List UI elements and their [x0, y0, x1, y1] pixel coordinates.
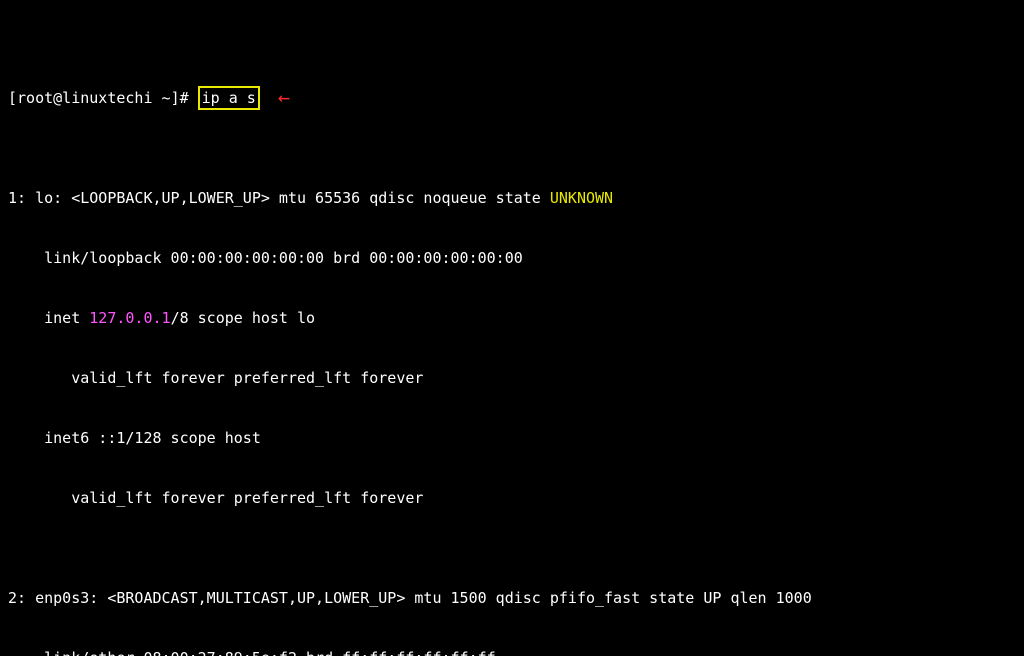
terminal-output: [root@linuxtechi ~]# ip a s ← 1: lo: <LO… [0, 0, 1024, 656]
iface-lo-valid1: valid_lft forever preferred_lft forever [8, 368, 1016, 388]
iface-lo-header: 1: lo: <LOOPBACK,UP,LOWER_UP> mtu 65536 … [8, 188, 1016, 208]
arrow-icon: ← [278, 87, 290, 107]
prompt-line[interactable]: [root@linuxtechi ~]# ip a s ← [8, 86, 1016, 108]
iface-lo-inet: inet 127.0.0.1/8 scope host lo [8, 308, 1016, 328]
iface-lo-link: link/loopback 00:00:00:00:00:00 brd 00:0… [8, 248, 1016, 268]
iface-state: UNKNOWN [550, 189, 613, 207]
prompt-sep: ~ [153, 89, 171, 107]
command-highlight-box: ip a s [198, 86, 260, 110]
prompt-user: root@linuxtechi [17, 89, 152, 107]
ip-address: 127.0.0.1 [89, 309, 170, 327]
text: 1: lo: <LOOPBACK,UP,LOWER_UP> mtu 65536 … [8, 189, 550, 207]
text: inet [8, 309, 89, 327]
iface-enp0s3-header: 2: enp0s3: <BROADCAST,MULTICAST,UP,LOWER… [8, 588, 1016, 608]
command-text: ip a s [202, 89, 256, 107]
iface-enp0s3-link: link/ether 08:00:27:89:5e:f2 brd ff:ff:f… [8, 648, 1016, 656]
iface-lo-inet6: inet6 ::1/128 scope host [8, 428, 1016, 448]
iface-lo-valid2: valid_lft forever preferred_lft forever [8, 488, 1016, 508]
text: /8 scope host lo [171, 309, 316, 327]
prompt-close: ]# [171, 89, 198, 107]
prompt-open: [ [8, 89, 17, 107]
